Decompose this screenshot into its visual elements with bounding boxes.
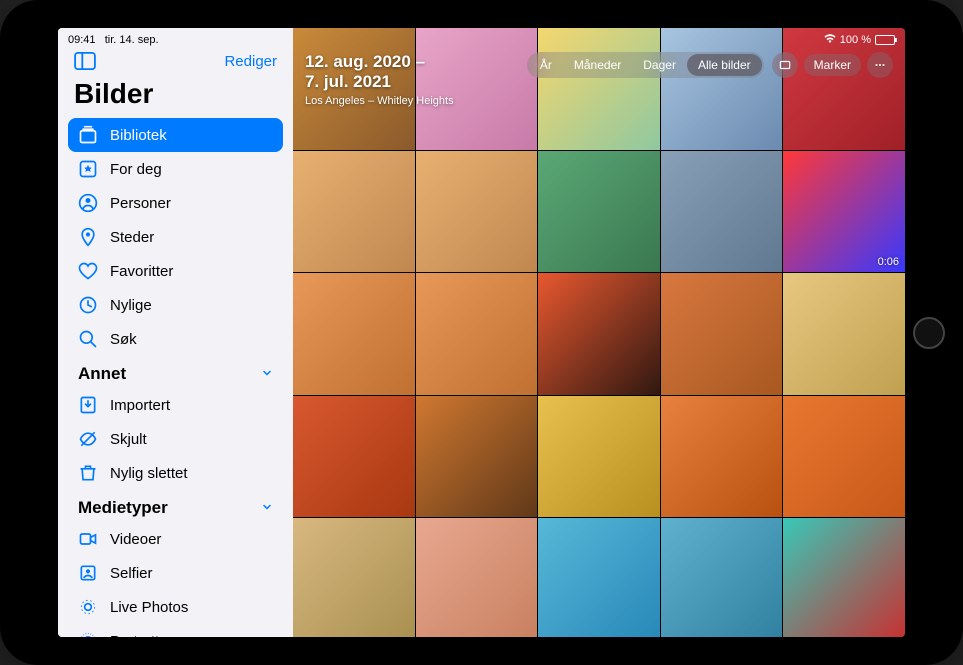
trash-icon xyxy=(78,463,98,483)
aspect-button[interactable] xyxy=(772,52,798,78)
sidebar-title: Bilder xyxy=(68,76,283,118)
chevron-down-icon xyxy=(261,500,273,516)
hidden-icon xyxy=(78,429,98,449)
sidebar-item-imported[interactable]: Importert xyxy=(68,388,283,422)
sidebar-item-label: Portrett xyxy=(110,633,159,638)
livephoto-icon xyxy=(78,597,98,617)
sidebar-item-people[interactable]: Personer xyxy=(68,186,283,220)
sidebar-item-recents[interactable]: Nylige xyxy=(68,288,283,322)
people-icon xyxy=(78,193,98,213)
photo-thumbnail[interactable] xyxy=(416,396,538,518)
photo-thumbnail[interactable] xyxy=(783,396,905,518)
photo-thumbnail[interactable] xyxy=(661,396,783,518)
sidebar-item-label: Importert xyxy=(110,397,170,414)
sidebar-item-label: Live Photos xyxy=(110,599,188,616)
photo-thumbnail[interactable] xyxy=(293,151,415,273)
photo-thumbnail[interactable] xyxy=(538,396,660,518)
sidebar-item-label: Skjult xyxy=(110,431,147,448)
photo-grid: 0:06 xyxy=(293,28,905,637)
photo-thumbnail[interactable] xyxy=(416,273,538,395)
sidebar-item-label: Personer xyxy=(110,195,171,212)
photo-thumbnail[interactable] xyxy=(661,273,783,395)
main-header: 12. aug. 2020 – 7. jul. 2021 Los Angeles… xyxy=(293,28,905,117)
imported-icon xyxy=(78,395,98,415)
photo-library-main: 12. aug. 2020 – 7. jul. 2021 Los Angeles… xyxy=(293,28,905,637)
video-icon xyxy=(78,529,98,549)
photo-thumbnail[interactable] xyxy=(661,151,783,273)
segment-dager[interactable]: Dager xyxy=(632,54,687,76)
favorites-icon xyxy=(78,261,98,281)
sidebar-section-annet[interactable]: Annet xyxy=(68,356,283,388)
sidebar-item-label: Søk xyxy=(110,331,137,348)
photo-thumbnail[interactable] xyxy=(293,273,415,395)
photo-thumbnail[interactable] xyxy=(416,518,538,637)
section-title: Medietyper xyxy=(78,498,168,518)
photo-thumbnail[interactable] xyxy=(783,273,905,395)
foryou-icon xyxy=(78,159,98,179)
location-label: Los Angeles – Whitley Heights xyxy=(305,95,454,107)
portrait-icon xyxy=(78,631,98,637)
video-duration: 0:06 xyxy=(878,256,899,268)
sidebar-item-places[interactable]: Steder xyxy=(68,220,283,254)
selfie-icon xyxy=(78,563,98,583)
sidebar-item-selfie[interactable]: Selfier xyxy=(68,556,283,590)
edit-button[interactable]: Rediger xyxy=(224,53,277,70)
sidebar-item-trash[interactable]: Nylig slettet xyxy=(68,456,283,490)
segment-måneder[interactable]: Måneder xyxy=(563,54,632,76)
sidebar-item-label: Nylig slettet xyxy=(110,465,188,482)
sidebar-section-medietyper[interactable]: Medietyper xyxy=(68,490,283,522)
sidebar-item-favorites[interactable]: Favoritter xyxy=(68,254,283,288)
sidebar-item-hidden[interactable]: Skjult xyxy=(68,422,283,456)
places-icon xyxy=(78,227,98,247)
sidebar-item-livephoto[interactable]: Live Photos xyxy=(68,590,283,624)
select-button[interactable]: Marker xyxy=(804,54,861,76)
photo-thumbnail[interactable] xyxy=(783,518,905,637)
photo-thumbnail[interactable] xyxy=(293,518,415,637)
sidebar-item-label: Steder xyxy=(110,229,154,246)
photo-thumbnail[interactable] xyxy=(416,151,538,273)
photo-thumbnail[interactable] xyxy=(538,273,660,395)
sidebar-item-library[interactable]: Bibliotek xyxy=(68,118,283,152)
photo-thumbnail[interactable] xyxy=(293,396,415,518)
sidebar-item-label: Videoer xyxy=(110,531,161,548)
more-button[interactable] xyxy=(867,52,893,78)
sidebar-item-label: Nylige xyxy=(110,297,152,314)
photo-thumbnail[interactable]: 0:06 xyxy=(783,151,905,273)
search-icon xyxy=(78,329,98,349)
home-button[interactable] xyxy=(913,317,945,349)
sidebar-item-label: Favoritter xyxy=(110,263,173,280)
photo-thumbnail[interactable] xyxy=(538,518,660,637)
segment-år[interactable]: År xyxy=(529,54,563,76)
recents-icon xyxy=(78,295,98,315)
sidebar: Rediger Bilder Bibliotek For deg Personer S… xyxy=(58,28,293,637)
photo-thumbnail[interactable] xyxy=(661,518,783,637)
sidebar-item-video[interactable]: Videoer xyxy=(68,522,283,556)
date-range: 12. aug. 2020 – 7. jul. 2021 xyxy=(305,52,454,93)
section-title: Annet xyxy=(78,364,126,384)
sidebar-item-portrait[interactable]: Portrett xyxy=(68,624,283,637)
photo-thumbnail[interactable] xyxy=(538,151,660,273)
library-icon xyxy=(78,125,98,145)
sidebar-item-search[interactable]: Søk xyxy=(68,322,283,356)
sidebar-item-foryou[interactable]: For deg xyxy=(68,152,283,186)
view-segmented-control[interactable]: ÅrMånederDagerAlle bilder xyxy=(527,52,764,78)
ipad-frame: 09:41 tir. 14. sep. 100 % Rediger xyxy=(0,0,963,665)
sidebar-item-label: Bibliotek xyxy=(110,127,167,144)
chevron-down-icon xyxy=(261,366,273,382)
screen: 09:41 tir. 14. sep. 100 % Rediger xyxy=(58,28,905,637)
segment-alle-bilder[interactable]: Alle bilder xyxy=(687,54,762,76)
sidebar-item-label: Selfier xyxy=(110,565,153,582)
sidebar-item-label: For deg xyxy=(110,161,162,178)
sidebar-toggle-icon[interactable] xyxy=(74,52,96,70)
